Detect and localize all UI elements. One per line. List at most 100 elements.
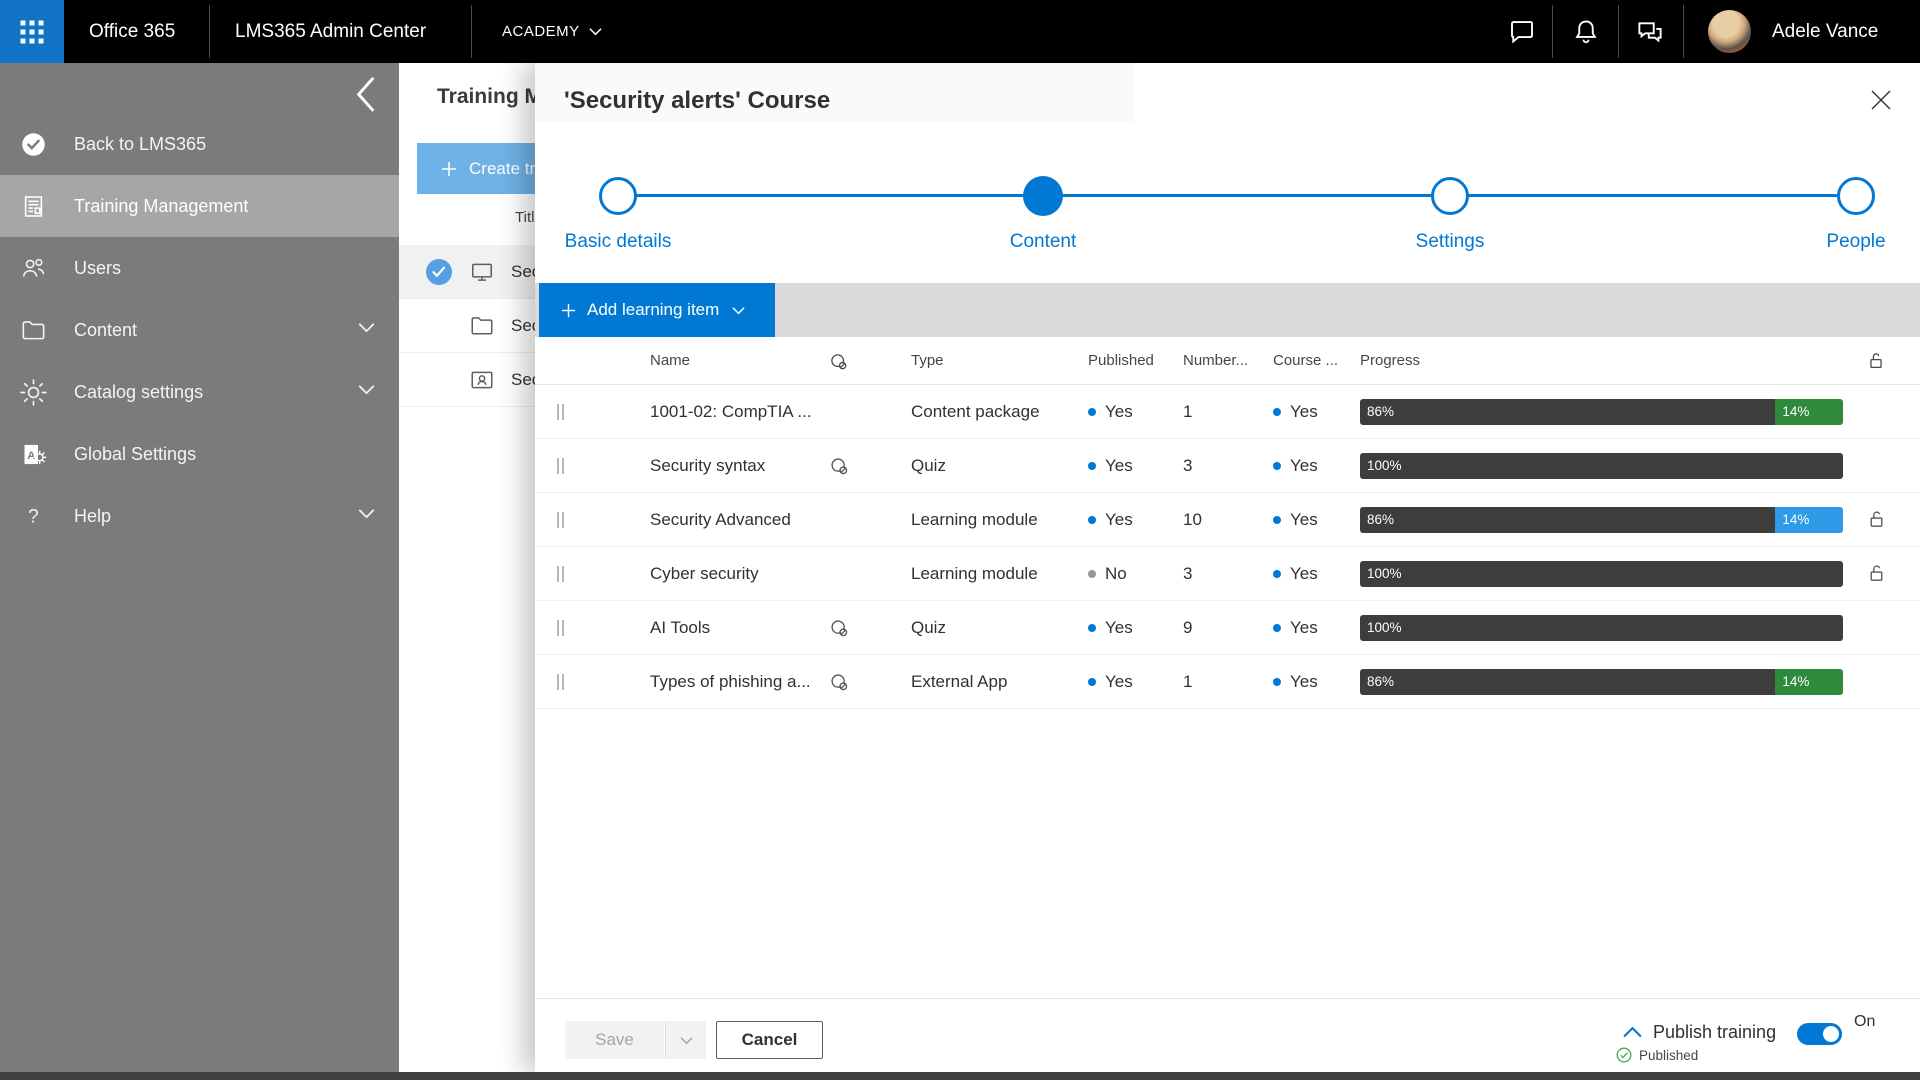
sidebar-item-users[interactable]: Users — [0, 237, 399, 299]
published-status-label: Published — [1639, 1048, 1698, 1063]
course-edit-panel: 'Security alerts' Course Basic details C… — [535, 63, 1920, 1072]
cancel-button[interactable]: Cancel — [716, 1021, 823, 1059]
learning-item-row[interactable]: Security Advanced Learning module Yes 10… — [535, 493, 1920, 547]
item-type: Learning module — [911, 493, 1038, 547]
item-number: 3 — [1183, 547, 1192, 601]
gear-icon — [20, 379, 47, 406]
chevron-down-icon — [732, 304, 745, 317]
item-name: Security Advanced — [650, 493, 791, 547]
add-learning-item-button[interactable]: Add learning item — [539, 283, 775, 337]
admin-center-link[interactable]: LMS365 Admin Center — [235, 0, 426, 63]
published-check-icon — [1616, 1047, 1632, 1063]
save-button[interactable]: Save — [565, 1021, 664, 1059]
item-published-value: Yes — [1105, 456, 1133, 475]
step-circle[interactable] — [599, 177, 637, 215]
item-name: Security syntax — [650, 439, 765, 493]
app-root: Office 365 LMS365 Admin Center ACADEMY A… — [0, 0, 1920, 1080]
sidebar-item-catalog-settings[interactable]: Catalog settings — [0, 361, 399, 423]
feedback-icon[interactable] — [1635, 17, 1665, 47]
app-a-gear-icon: A — [20, 441, 47, 468]
chevron-up-icon[interactable] — [1622, 1025, 1643, 1040]
progress-bar: 86% 14% — [1360, 399, 1843, 425]
progress-segment: 14% — [1775, 399, 1843, 425]
learning-item-row[interactable]: AI Tools Quiz Yes 9 Yes 100% — [535, 601, 1920, 655]
header-published[interactable]: Published — [1088, 337, 1154, 385]
item-course-value: Yes — [1290, 402, 1318, 421]
header-name[interactable]: Name — [650, 337, 690, 385]
bell-icon[interactable] — [1571, 17, 1601, 47]
user-avatar[interactable] — [1708, 10, 1751, 53]
item-course: Yes — [1273, 385, 1318, 439]
status-dot — [1273, 408, 1281, 416]
item-published-value: Yes — [1105, 510, 1133, 529]
item-number: 1 — [1183, 655, 1192, 709]
progress-segment-label: 14% — [1782, 404, 1809, 419]
step-label[interactable]: People — [1826, 231, 1885, 253]
drag-handle-icon[interactable] — [557, 620, 567, 636]
sidebar-item-content[interactable]: Content — [0, 299, 399, 361]
monitor-icon — [469, 259, 495, 285]
sidebar-item-help[interactable]: ? Help — [0, 485, 399, 547]
progress-segment-label: 100% — [1367, 620, 1402, 635]
progress-segment: 14% — [1775, 669, 1843, 695]
learning-item-row[interactable]: 1001-02: CompTIA ... Content package Yes… — [535, 385, 1920, 439]
status-dot — [1088, 678, 1096, 686]
chevron-down-icon — [358, 322, 375, 339]
svg-text:A: A — [27, 449, 35, 461]
sidebar-collapse-button[interactable] — [355, 76, 377, 98]
item-published: Yes — [1088, 385, 1133, 439]
step-label[interactable]: Settings — [1416, 231, 1485, 253]
header-course[interactable]: Course ... — [1273, 337, 1338, 385]
drag-handle-icon[interactable] — [557, 404, 567, 420]
app-launcher-button[interactable] — [0, 0, 64, 63]
publish-toggle[interactable] — [1797, 1023, 1842, 1045]
svg-text:?: ? — [28, 506, 39, 527]
item-course: Yes — [1273, 655, 1318, 709]
item-name: AI Tools — [650, 601, 710, 655]
publish-toggle-state: On — [1854, 1013, 1875, 1031]
save-split-dropdown[interactable] — [665, 1021, 706, 1059]
header-type[interactable]: Type — [911, 337, 944, 385]
item-number: 3 — [1183, 439, 1192, 493]
step-label[interactable]: Content — [1010, 231, 1077, 253]
office-365-link[interactable]: Office 365 — [89, 0, 175, 63]
item-published: Yes — [1088, 601, 1133, 655]
progress-segment-label: 86% — [1367, 674, 1394, 689]
sidebar-item-label: Global Settings — [74, 444, 196, 465]
status-dot — [1273, 678, 1281, 686]
learning-item-row[interactable]: Types of phishing a... External App Yes … — [535, 655, 1920, 709]
sidebar-item-global-settings[interactable]: A Global Settings — [0, 423, 399, 485]
progress-segment: 100% — [1360, 615, 1843, 641]
item-course: Yes — [1273, 493, 1318, 547]
sidebar-items: Back to LMS365 Training Management Users… — [0, 113, 399, 547]
status-dot — [1273, 570, 1281, 578]
step-circle[interactable] — [1023, 176, 1063, 216]
chevron-down-icon — [358, 508, 375, 525]
step-label[interactable]: Basic details — [565, 231, 672, 253]
progress-bar: 100% — [1360, 561, 1843, 587]
learning-item-row[interactable]: Cyber security Learning module No 3 Yes … — [535, 547, 1920, 601]
sidebar-item-training-management[interactable]: Training Management — [0, 175, 399, 237]
item-course-value: Yes — [1290, 618, 1318, 637]
drag-handle-icon[interactable] — [557, 566, 567, 582]
learning-item-row[interactable]: Security syntax Quiz Yes 3 Yes 100% — [535, 439, 1920, 493]
user-name[interactable]: Adele Vance — [1772, 0, 1878, 63]
step-circle[interactable] — [1837, 177, 1875, 215]
item-number: 9 — [1183, 601, 1192, 655]
contact-card-icon — [469, 367, 495, 393]
step-circle[interactable] — [1431, 177, 1469, 215]
item-type: Quiz — [911, 601, 946, 655]
globe-disconnected-icon — [827, 454, 850, 477]
header-progress[interactable]: Progress — [1360, 337, 1420, 385]
drag-handle-icon[interactable] — [557, 512, 567, 528]
header-number[interactable]: Number... — [1183, 337, 1248, 385]
item-published: Yes — [1088, 493, 1133, 547]
waffle-icon — [21, 20, 44, 43]
chat-icon[interactable] — [1507, 17, 1537, 47]
tenant-dropdown[interactable]: ACADEMY — [502, 0, 602, 63]
chevron-left-icon — [355, 76, 377, 113]
drag-handle-icon[interactable] — [557, 458, 567, 474]
sidebar-item-back-to-lms365[interactable]: Back to LMS365 — [0, 113, 399, 175]
drag-handle-icon[interactable] — [557, 674, 567, 690]
back-check-circle-icon — [20, 131, 47, 158]
